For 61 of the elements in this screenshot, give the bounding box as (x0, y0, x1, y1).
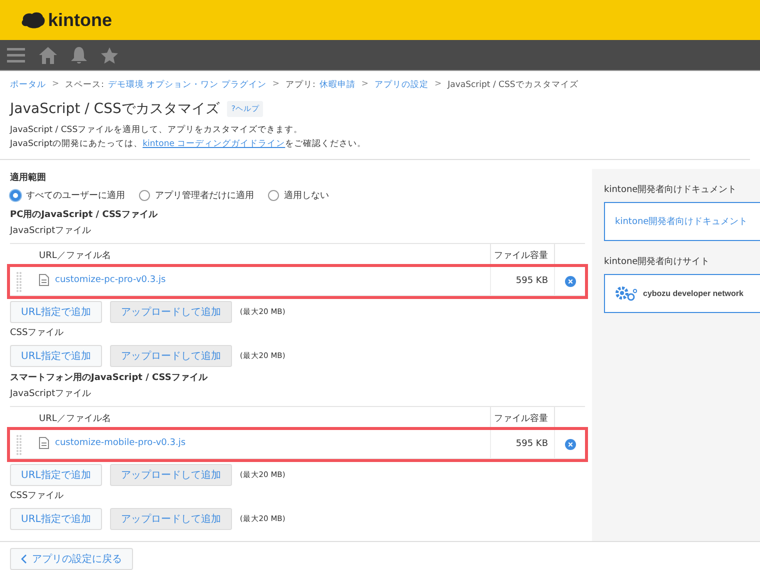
breadcrumb-prefix: アプリ: (286, 79, 316, 91)
add-url-button[interactable]: URL指定で追加 (10, 345, 102, 367)
scope-radio[interactable]: アプリ管理者だけに適用 (139, 189, 254, 202)
file-link[interactable]: customize-mobile-pro-v0.3.js (55, 438, 186, 448)
file-type-label: JavaScriptファイル (10, 388, 92, 401)
breadcrumb-separator: > (272, 79, 280, 91)
description-text: JavaScript / CSSファイルを適用して、アプリをカスタマイズできます。 (10, 124, 303, 137)
file-icon (39, 274, 49, 286)
add-url-button[interactable]: URL指定で追加 (10, 508, 102, 530)
file-size: 595 KB (490, 430, 554, 458)
file-type-label: CSSファイル (10, 490, 65, 503)
scope-radio[interactable]: 適用しない (268, 189, 329, 202)
upload-button[interactable]: アップロードして追加 (110, 464, 232, 486)
breadcrumb-separator: > (52, 79, 60, 91)
file-type-label: CSSファイル (10, 327, 65, 340)
page-title: JavaScript / CSSでカスタマイズ (10, 100, 220, 118)
scope-label: 適用範囲 (10, 171, 47, 185)
column-header: ファイル容量 (490, 244, 554, 266)
delete-icon[interactable] (564, 438, 576, 450)
section-heading: スマートフォン用のJavaScript / CSSファイル (10, 372, 209, 384)
breadcrumb-separator: > (434, 79, 442, 91)
breadcrumb-current-page: JavaScript / CSSでカスタマイズ (448, 79, 578, 91)
file-link[interactable]: customize-pc-pro-v0.3.js (55, 274, 166, 284)
sidebar-heading: kintone開発者向けドキュメント (604, 184, 738, 196)
bell-icon[interactable] (71, 46, 87, 64)
delete-icon[interactable] (564, 276, 576, 286)
drag-handle-icon[interactable] (16, 270, 22, 292)
scope-radio[interactable]: すべてのユーザーに適用 (10, 189, 125, 202)
column-header: ファイル容量 (490, 406, 554, 430)
column-header: URL／ファイル名 (35, 406, 490, 430)
document-link-card[interactable]: kintone開発者向けドキュメント (604, 202, 760, 241)
column-header: URL／ファイル名 (35, 244, 490, 266)
file-size: 595 KB (490, 266, 554, 296)
section-heading: PC用のJavaScript / CSSファイル (10, 208, 159, 221)
breadcrumb-link[interactable]: 休暇申請 (319, 79, 356, 91)
breadcrumb-link[interactable]: アプリの設定 (374, 79, 429, 91)
add-url-button[interactable]: URL指定で追加 (10, 464, 102, 486)
upload-button[interactable]: アップロードして追加 (110, 301, 232, 323)
upload-button[interactable]: アップロードして追加 (110, 508, 232, 530)
file-type-label: JavaScriptファイル (10, 225, 92, 238)
developer-network-card[interactable]: cybozu developer network (604, 274, 760, 313)
menu-icon[interactable] (7, 47, 25, 63)
add-url-button[interactable]: URL指定で追加 (10, 301, 102, 323)
card-label: cybozu developer network (643, 289, 744, 298)
guideline-link[interactable]: kintone コーディングガイドライン (142, 139, 286, 149)
home-icon[interactable] (39, 46, 57, 64)
breadcrumb-separator: > (361, 79, 369, 91)
chevron-left-icon (21, 554, 27, 564)
breadcrumb-prefix: スペース: (65, 79, 104, 91)
gears-icon (615, 286, 637, 302)
drag-handle-icon[interactable] (16, 433, 22, 455)
breadcrumb-link[interactable]: ポータル (10, 79, 46, 91)
sidebar-heading: kintone開発者向けサイト (604, 256, 711, 268)
back-button[interactable]: アプリの設定に戻る (10, 548, 133, 570)
file-icon (39, 436, 49, 448)
star-icon[interactable] (101, 46, 118, 64)
upload-button[interactable]: アップロードして追加 (110, 345, 232, 367)
logo[interactable]: kintone (48, 10, 112, 30)
breadcrumb-link[interactable]: デモ環境 オプション・ワン プラグイン (108, 79, 266, 91)
logo-icon (20, 11, 46, 29)
description-text: JavaScriptの開発にあたっては、kintone コーディングガイドライン をご確認ください。 (10, 138, 366, 151)
